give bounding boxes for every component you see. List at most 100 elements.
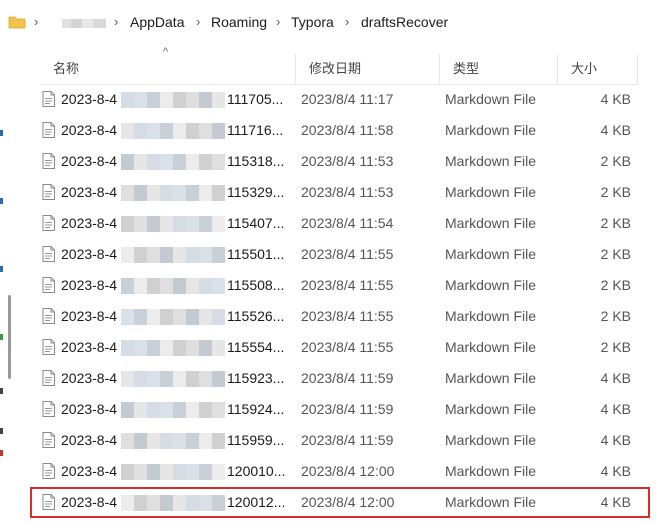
breadcrumb-separator-icon: › (34, 14, 39, 29)
file-row[interactable]: 2023-8-4 111716... 2023/8/4 11:58 Markdown … (30, 115, 650, 146)
file-name: 2023-8-4 (61, 339, 118, 355)
file-type: Markdown File (445, 370, 537, 386)
file-name-redacted (121, 247, 225, 263)
file-size: 4 KB (600, 432, 631, 448)
markdown-file-icon (42, 339, 55, 355)
file-type: Markdown File (445, 91, 537, 107)
breadcrumb-item-typora[interactable]: Typora (291, 14, 334, 30)
file-name: 2023-8-4 (61, 184, 118, 200)
file-row[interactable]: 2023-8-4 115508... 2023/8/4 11:55 Markdown … (30, 270, 650, 301)
column-header-type[interactable]: 类型 (440, 54, 558, 84)
markdown-file-icon (42, 432, 55, 448)
file-size: 2 KB (600, 339, 631, 355)
file-name-redacted (121, 340, 225, 356)
file-type: Markdown File (445, 184, 537, 200)
markdown-file-icon (42, 122, 55, 138)
breadcrumb-item-roaming[interactable]: Roaming (211, 14, 267, 30)
file-name: 2023-8-4 (61, 246, 118, 262)
file-name-redacted (121, 123, 225, 139)
file-name-redacted (121, 309, 225, 325)
column-header-size[interactable]: 大小 (558, 54, 638, 84)
file-type: Markdown File (445, 277, 537, 293)
file-name: 2023-8-4 (61, 308, 118, 324)
breadcrumb-separator-icon: › (345, 14, 350, 29)
markdown-file-icon (42, 463, 55, 479)
file-name: 2023-8-4 (61, 432, 118, 448)
file-name-suffix: 115923... (227, 370, 285, 386)
file-size: 2 KB (600, 153, 631, 169)
file-name-suffix: 115407... (227, 215, 285, 231)
file-type: Markdown File (445, 432, 537, 448)
file-modified-date: 2023/8/4 11:55 (301, 339, 394, 355)
file-row[interactable]: 2023-8-4 115407... 2023/8/4 11:54 Markdown … (30, 208, 650, 239)
file-name-suffix: 115924... (227, 401, 285, 417)
scrollbar-thumb[interactable] (8, 295, 11, 379)
file-modified-date: 2023/8/4 11:55 (301, 277, 394, 293)
file-size: 4 KB (600, 91, 631, 107)
markdown-file-icon (42, 401, 55, 417)
file-size: 4 KB (600, 401, 631, 417)
file-modified-date: 2023/8/4 11:53 (301, 184, 394, 200)
file-name-redacted (121, 92, 225, 108)
markdown-file-icon (42, 215, 55, 231)
file-row[interactable]: 2023-8-4 120010... 2023/8/4 12:00 Markdown … (30, 456, 650, 487)
file-modified-date: 2023/8/4 11:53 (301, 153, 394, 169)
file-modified-date: 2023/8/4 11:55 (301, 246, 394, 262)
file-name: 2023-8-4 (61, 122, 118, 138)
file-modified-date: 2023/8/4 11:59 (301, 432, 394, 448)
file-row[interactable]: 2023-8-4 115554... 2023/8/4 11:55 Markdown … (30, 332, 650, 363)
file-size: 2 KB (600, 215, 631, 231)
file-row[interactable]: 2023-8-4 115924... 2023/8/4 11:59 Markdown … (30, 394, 650, 425)
column-header-name[interactable]: 名称 (40, 54, 296, 84)
file-modified-date: 2023/8/4 11:59 (301, 370, 394, 386)
file-name: 2023-8-4 (61, 401, 118, 417)
file-name: 2023-8-4 (61, 494, 118, 510)
file-size: 4 KB (600, 122, 631, 138)
file-name-suffix: 115959... (227, 432, 285, 448)
file-name: 2023-8-4 (61, 91, 118, 107)
file-name-suffix: 115508... (227, 277, 285, 293)
file-name-redacted (121, 278, 225, 294)
markdown-file-icon (42, 246, 55, 262)
file-size: 4 KB (600, 463, 631, 479)
file-row[interactable]: 2023-8-4 120012... 2023/8/4 12:00 Markdown … (30, 487, 650, 518)
file-modified-date: 2023/8/4 11:17 (301, 91, 394, 107)
file-row[interactable]: 2023-8-4 115526... 2023/8/4 11:55 Markdown … (30, 301, 650, 332)
file-type: Markdown File (445, 339, 537, 355)
breadcrumb-item-redacted[interactable] (62, 19, 106, 28)
column-header-row: 名称 修改日期 类型 大小 (40, 54, 638, 85)
file-row[interactable]: 2023-8-4 115318... 2023/8/4 11:53 Markdown … (30, 146, 650, 177)
file-name: 2023-8-4 (61, 153, 118, 169)
file-modified-date: 2023/8/4 11:55 (301, 308, 394, 324)
breadcrumb-item-appdata[interactable]: AppData (130, 14, 184, 30)
navigation-pane-edge (0, 48, 14, 525)
file-name-suffix: 115329... (227, 184, 285, 200)
file-name-redacted (121, 464, 225, 480)
file-name-suffix: 115554... (227, 339, 285, 355)
file-row[interactable]: 2023-8-4 111705... 2023/8/4 11:17 Markdown … (30, 84, 650, 115)
file-name-suffix: 111705... (227, 91, 284, 107)
breadcrumb-separator-icon: › (114, 14, 119, 29)
breadcrumb-item-draftsrecover[interactable]: draftsRecover (361, 14, 448, 30)
file-size: 4 KB (600, 494, 631, 510)
file-modified-date: 2023/8/4 12:00 (301, 494, 395, 510)
markdown-file-icon (42, 277, 55, 293)
file-modified-date: 2023/8/4 11:58 (301, 122, 394, 138)
column-header-modified[interactable]: 修改日期 (296, 54, 440, 84)
file-type: Markdown File (445, 153, 537, 169)
markdown-file-icon (42, 370, 55, 386)
markdown-file-icon (42, 184, 55, 200)
file-name-suffix: 111716... (227, 122, 284, 138)
markdown-file-icon (42, 91, 55, 107)
breadcrumb-separator-icon: › (196, 14, 201, 29)
file-modified-date: 2023/8/4 11:54 (301, 215, 394, 231)
file-type: Markdown File (445, 308, 537, 324)
file-row[interactable]: 2023-8-4 115329... 2023/8/4 11:53 Markdown … (30, 177, 650, 208)
file-row[interactable]: 2023-8-4 115959... 2023/8/4 11:59 Markdown … (30, 425, 650, 456)
file-size: 2 KB (600, 277, 631, 293)
file-name-redacted (121, 402, 225, 418)
file-size: 2 KB (600, 184, 631, 200)
file-row[interactable]: 2023-8-4 115501... 2023/8/4 11:55 Markdown … (30, 239, 650, 270)
file-row[interactable]: 2023-8-4 115923... 2023/8/4 11:59 Markdown … (30, 363, 650, 394)
file-type: Markdown File (445, 463, 537, 479)
